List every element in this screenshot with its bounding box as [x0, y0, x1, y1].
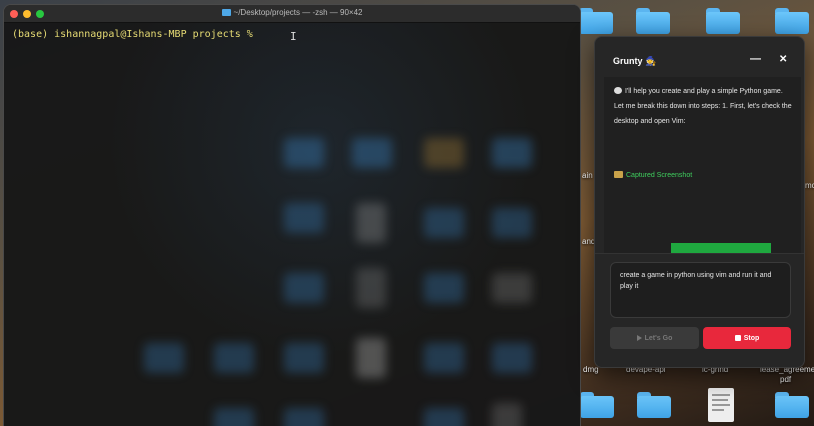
message-log[interactable]: I'll help you create and play a simple P… [604, 77, 801, 253]
blurred-desktop-item [424, 273, 464, 303]
desktop-folder-icon[interactable] [775, 392, 809, 418]
stop-button[interactable]: Stop [703, 327, 791, 349]
play-icon [636, 335, 642, 341]
desktop-label-ain: ain [582, 171, 593, 180]
desktop-label-pdf: pdf [780, 375, 792, 384]
text-cursor-icon: I [290, 30, 297, 43]
blurred-desktop-item [492, 138, 532, 168]
minimize-button[interactable]: — [750, 53, 761, 65]
terminal-titlebar[interactable]: ~/Desktop/projects — -zsh — 90×42 [4, 5, 580, 23]
blurred-desktop-item [424, 343, 464, 373]
desktop-document-icon[interactable] [708, 388, 734, 422]
grunty-panel[interactable]: Grunty 🧙 — ✕ I'll help you create and pl… [594, 36, 805, 368]
shell-prompt: (base) ishannagpal@Ishans-MBP projects % [12, 29, 253, 40]
blurred-desktop-item [284, 273, 324, 303]
stop-label: Stop [743, 334, 760, 342]
camera-icon [614, 171, 623, 178]
assistant-message: I'll help you create and play a simple P… [614, 84, 794, 129]
desktop-label-mc: mc [805, 181, 814, 190]
blurred-desktop-item [492, 343, 532, 373]
prompt-input[interactable]: create a game in python using vim and ru… [610, 262, 791, 318]
desktop-folder-icon[interactable] [579, 8, 613, 34]
blurred-desktop-item [144, 343, 184, 373]
desktop-folder-icon[interactable] [636, 8, 670, 34]
screenshot-status-text: Captured Screenshot [626, 172, 693, 179]
desktop-folder-icon[interactable] [706, 8, 740, 34]
desktop-folder-icon[interactable] [580, 392, 614, 418]
terminal-title-text: ~/Desktop/projects — -zsh — 90×42 [233, 8, 363, 17]
stop-icon [734, 335, 741, 341]
terminal-title: ~/Desktop/projects — -zsh — 90×42 [4, 8, 580, 17]
blurred-desktop-item [284, 138, 324, 168]
divider [595, 253, 804, 254]
desktop-folder-icon[interactable] [775, 8, 809, 34]
folder-icon [221, 9, 231, 16]
blurred-desktop-item [214, 408, 254, 426]
blurred-desktop-item [284, 343, 324, 373]
blurred-desktop-item [284, 408, 324, 426]
blurred-desktop-item [352, 138, 392, 168]
blurred-desktop-item [214, 343, 254, 373]
grunty-title: Grunty 🧙 [613, 56, 657, 66]
blurred-desktop-item [284, 203, 324, 233]
progress-bar [671, 243, 771, 253]
screenshot-status: Captured Screenshot [614, 171, 692, 179]
assistant-message-text: I'll help you create and play a simple P… [614, 88, 792, 125]
close-button[interactable]: ✕ [779, 54, 787, 65]
blurred-desktop-item [492, 403, 522, 426]
lets-go-label: Let's Go [644, 334, 673, 342]
blurred-desktop-item [424, 138, 464, 168]
terminal-window[interactable]: ~/Desktop/projects — -zsh — 90×42 (base)… [3, 4, 581, 426]
speech-bubble-icon [614, 87, 622, 94]
lets-go-button[interactable]: Let's Go [610, 327, 699, 349]
blurred-desktop-item [492, 208, 532, 238]
blurred-desktop-item [492, 273, 532, 303]
terminal-body[interactable]: (base) ishannagpal@Ishans-MBP projects %… [4, 23, 580, 426]
blurred-desktop-item [424, 208, 464, 238]
blurred-desktop-item [356, 268, 386, 308]
blurred-desktop-item [424, 408, 464, 426]
blurred-desktop-item [356, 338, 386, 378]
blurred-desktop-item [356, 203, 386, 243]
desktop-folder-icon[interactable] [637, 392, 671, 418]
